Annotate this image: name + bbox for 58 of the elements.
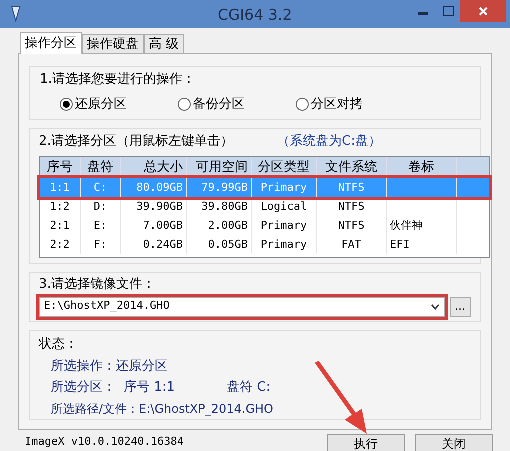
window-title: CGI64 3.2 xyxy=(218,5,292,26)
table-row[interactable]: 2:1 E: 7.00GB 2.00GB Primary NTFS 伙伴神 xyxy=(40,216,489,234)
table-cell: F: xyxy=(94,238,108,250)
table-cell: NTFS xyxy=(338,180,365,194)
status-partition-label: 所选分区： xyxy=(51,379,117,397)
table-cell: 39.90GB xyxy=(136,200,183,212)
status-heading: 状态： xyxy=(39,336,79,354)
table-cell: 0.24GB xyxy=(143,238,183,250)
table-cell: NTFS xyxy=(338,200,365,212)
table-cell: NTFS xyxy=(338,218,365,232)
table-cell: 伙伴神 xyxy=(390,218,423,232)
status-operation: 所选操作：还原分区 xyxy=(51,358,169,376)
table-cell: 1:1 xyxy=(50,180,70,194)
table-cell: 80.09GB xyxy=(136,180,183,194)
tab[interactable]: 高 级 xyxy=(144,34,184,53)
radio-button[interactable] xyxy=(60,98,73,111)
table-row[interactable]: 2:2 F: 0.24GB 0.05GB Primary FAT EFI xyxy=(40,234,489,254)
table-cell: 2:2 xyxy=(50,238,70,250)
app-icon xyxy=(10,6,22,22)
system-drive-note: （系统盘为C:盘） xyxy=(277,133,382,151)
chevron-down-icon xyxy=(430,304,440,310)
table-cell: EFI xyxy=(390,238,410,250)
action-button[interactable]: 关闭 xyxy=(415,434,493,451)
table-cell: 0.05GB xyxy=(208,238,248,250)
table-cell: 39.80GB xyxy=(202,200,248,212)
status-drive: 盘符 C: xyxy=(227,379,271,397)
table-cell: 7.00GB xyxy=(143,218,183,232)
table-cell: Logical xyxy=(260,200,308,212)
status-index: 序号 1:1 xyxy=(124,379,176,397)
table-row[interactable]: 1:2 D: 39.90GB 39.80GB Logical NTFS xyxy=(40,196,489,216)
radio-button[interactable] xyxy=(296,98,309,111)
status-path: 所选路径/文件：E:\GhostXP_2014.GHO xyxy=(51,400,274,418)
table-cell: Primary xyxy=(260,238,308,250)
radio-label: 还原分区 xyxy=(75,96,127,114)
table-cell: D: xyxy=(94,200,108,212)
close-icon xyxy=(478,6,488,16)
radio-label: 分区对拷 xyxy=(311,96,363,114)
maximize-icon[interactable] xyxy=(443,6,454,16)
table-cell: 2:1 xyxy=(50,218,70,232)
radio-label: 备份分区 xyxy=(193,96,245,114)
radio-button[interactable] xyxy=(178,98,191,111)
table-cell: FAT xyxy=(342,238,362,250)
close-button[interactable] xyxy=(460,0,506,22)
table-cell: E: xyxy=(94,218,108,232)
group-heading: 1.请选择您要进行的操作： xyxy=(40,71,196,89)
version-text: ImageX v10.0.10240.16384 xyxy=(25,434,185,450)
group-heading: 3.请选择镜像文件： xyxy=(39,276,156,294)
table-cell: 79.99GB xyxy=(202,180,248,194)
table-cell: Primary xyxy=(260,218,308,232)
group-heading: 2.请选择分区（用鼠标左键单击） xyxy=(39,133,234,151)
table-cell: 1:2 xyxy=(50,200,70,212)
action-button[interactable]: 执行 xyxy=(327,434,405,451)
browse-button[interactable]: ... xyxy=(450,296,471,316)
tab[interactable]: 操作硬盘 xyxy=(82,34,144,53)
table-cell: 2.00GB xyxy=(208,218,248,232)
table-cell: C: xyxy=(94,180,108,194)
tab[interactable]: 操作分区 xyxy=(20,32,82,54)
table-cell: Primary xyxy=(260,180,308,194)
